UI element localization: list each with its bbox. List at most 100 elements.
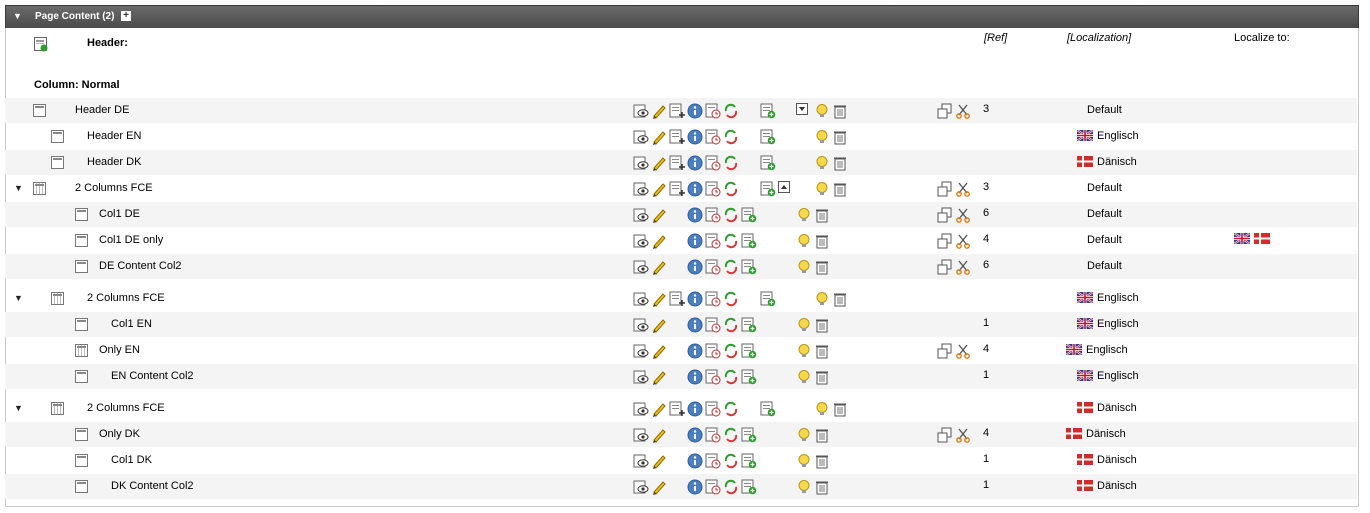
cut-icon[interactable]	[955, 207, 971, 223]
row-label[interactable]: DK Content Col2	[111, 480, 194, 492]
trash-icon[interactable]	[814, 479, 830, 495]
copy-icon[interactable]	[937, 207, 953, 223]
new-record-icon[interactable]	[741, 427, 757, 443]
refresh-icon[interactable]	[723, 453, 739, 469]
lightbulb-icon[interactable]	[814, 103, 830, 119]
move-up-icon[interactable]	[778, 181, 794, 197]
preview-icon[interactable]	[633, 343, 649, 359]
trash-icon[interactable]	[832, 291, 848, 307]
lightbulb-icon[interactable]	[796, 369, 812, 385]
edit-pencil-icon[interactable]	[651, 103, 667, 119]
preview-icon[interactable]	[633, 427, 649, 443]
edit-pencil-icon[interactable]	[651, 129, 667, 145]
row-label[interactable]: 2 Columns FCE	[75, 182, 153, 194]
edit-pencil-icon[interactable]	[651, 291, 667, 307]
move-down-icon[interactable]	[796, 103, 812, 119]
info-icon[interactable]	[687, 103, 703, 119]
preview-icon[interactable]	[633, 453, 649, 469]
lightbulb-icon[interactable]	[814, 129, 830, 145]
history-icon[interactable]	[705, 103, 721, 119]
trash-icon[interactable]	[832, 103, 848, 119]
refresh-icon[interactable]	[723, 207, 739, 223]
refresh-icon[interactable]	[723, 181, 739, 197]
new-record-icon[interactable]	[741, 207, 757, 223]
cut-icon[interactable]	[955, 181, 971, 197]
preview-icon[interactable]	[633, 259, 649, 275]
new-record-icon[interactable]	[741, 453, 757, 469]
localize-uk-flag-icon[interactable]	[1234, 233, 1250, 249]
edit-pencil-icon[interactable]	[651, 369, 667, 385]
info-icon[interactable]	[687, 343, 703, 359]
info-icon[interactable]	[687, 129, 703, 145]
trash-icon[interactable]	[814, 317, 830, 333]
lightbulb-icon[interactable]	[814, 401, 830, 417]
new-record-icon[interactable]	[741, 479, 757, 495]
new-after-icon[interactable]	[669, 155, 685, 171]
info-icon[interactable]	[687, 291, 703, 307]
new-record-icon[interactable]	[760, 401, 776, 417]
edit-pencil-icon[interactable]	[651, 155, 667, 171]
history-icon[interactable]	[705, 369, 721, 385]
row-label[interactable]: 2 Columns FCE	[87, 292, 165, 304]
edit-pencil-icon[interactable]	[651, 181, 667, 197]
lightbulb-icon[interactable]	[796, 317, 812, 333]
new-after-icon[interactable]	[669, 291, 685, 307]
refresh-icon[interactable]	[723, 479, 739, 495]
trash-icon[interactable]	[832, 155, 848, 171]
collapse-triangle-icon[interactable]: ▼	[13, 11, 22, 21]
edit-pencil-icon[interactable]	[651, 317, 667, 333]
copy-icon[interactable]	[937, 427, 953, 443]
info-icon[interactable]	[687, 369, 703, 385]
info-icon[interactable]	[687, 317, 703, 333]
refresh-icon[interactable]	[723, 129, 739, 145]
history-icon[interactable]	[705, 155, 721, 171]
trash-icon[interactable]	[814, 259, 830, 275]
new-record-icon[interactable]	[760, 155, 776, 171]
new-record-icon[interactable]	[760, 181, 776, 197]
new-after-icon[interactable]	[669, 129, 685, 145]
trash-icon[interactable]	[832, 181, 848, 197]
info-icon[interactable]	[687, 207, 703, 223]
history-icon[interactable]	[705, 233, 721, 249]
refresh-icon[interactable]	[723, 233, 739, 249]
trash-icon[interactable]	[832, 129, 848, 145]
new-content-icon[interactable]	[34, 37, 50, 53]
history-icon[interactable]	[705, 317, 721, 333]
refresh-icon[interactable]	[723, 291, 739, 307]
info-icon[interactable]	[687, 259, 703, 275]
expand-triangle-icon[interactable]: ▼	[14, 183, 23, 193]
history-icon[interactable]	[705, 181, 721, 197]
row-label[interactable]: Header DK	[87, 156, 141, 168]
refresh-icon[interactable]	[723, 369, 739, 385]
lightbulb-icon[interactable]	[814, 155, 830, 171]
trash-icon[interactable]	[832, 401, 848, 417]
info-icon[interactable]	[687, 401, 703, 417]
plus-icon[interactable]: +	[121, 11, 131, 21]
cut-icon[interactable]	[955, 427, 971, 443]
trash-icon[interactable]	[814, 207, 830, 223]
edit-pencil-icon[interactable]	[651, 479, 667, 495]
refresh-icon[interactable]	[723, 401, 739, 417]
preview-icon[interactable]	[633, 369, 649, 385]
new-record-icon[interactable]	[741, 369, 757, 385]
new-record-icon[interactable]	[741, 343, 757, 359]
edit-pencil-icon[interactable]	[651, 233, 667, 249]
refresh-icon[interactable]	[723, 427, 739, 443]
info-icon[interactable]	[687, 181, 703, 197]
history-icon[interactable]	[705, 343, 721, 359]
new-record-icon[interactable]	[741, 259, 757, 275]
row-label[interactable]: DE Content Col2	[99, 260, 182, 272]
history-icon[interactable]	[705, 479, 721, 495]
new-after-icon[interactable]	[669, 401, 685, 417]
new-after-icon[interactable]	[669, 103, 685, 119]
lightbulb-icon[interactable]	[814, 181, 830, 197]
edit-pencil-icon[interactable]	[651, 207, 667, 223]
history-icon[interactable]	[705, 291, 721, 307]
row-label[interactable]: Only EN	[99, 344, 140, 356]
lightbulb-icon[interactable]	[796, 207, 812, 223]
refresh-icon[interactable]	[723, 103, 739, 119]
expand-triangle-icon[interactable]: ▼	[14, 293, 23, 303]
row-label[interactable]: EN Content Col2	[111, 370, 194, 382]
history-icon[interactable]	[705, 427, 721, 443]
lightbulb-icon[interactable]	[796, 453, 812, 469]
